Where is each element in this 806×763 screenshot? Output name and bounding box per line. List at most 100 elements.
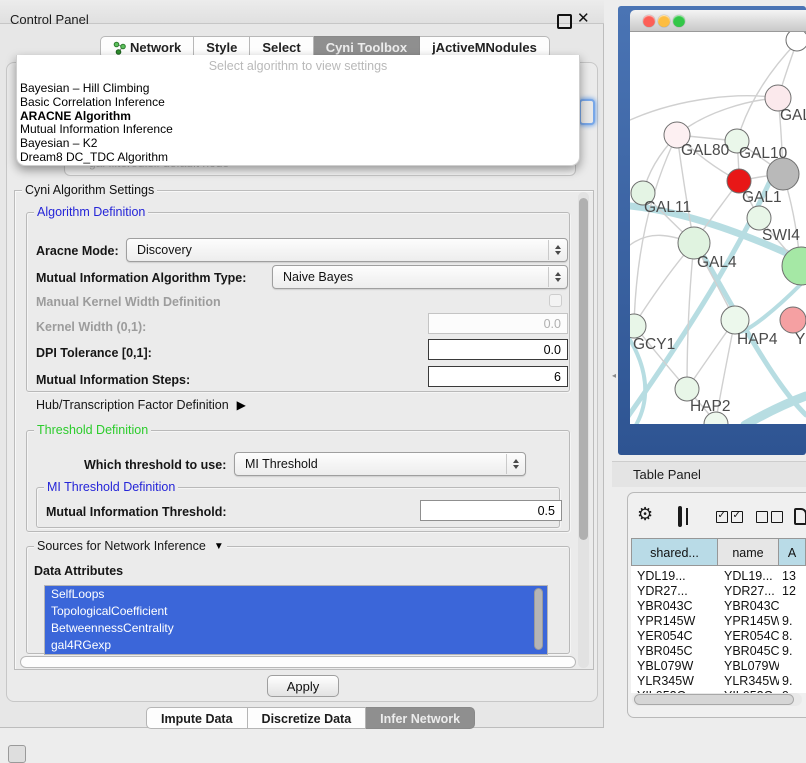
table-cell: YDR27...	[718, 584, 779, 599]
table-cell: YBL079W	[718, 659, 779, 674]
network-graph: GALGAL80GAL10GAL1GAL11SWI4GAL4GCY1HAP4YH…	[630, 32, 806, 424]
table-row[interactable]: YER054CYER054C8.	[631, 629, 806, 644]
bottom-tab-discretize-data[interactable]: Discretize Data	[248, 707, 367, 729]
node-table[interactable]: shared...nameA YDL19...YDL19...13YDR27...…	[631, 538, 806, 693]
zoom-traffic-light-icon[interactable]	[673, 15, 685, 27]
attribute-item-topologicalcoefficient[interactable]: TopologicalCoefficient	[45, 603, 547, 620]
table-cell: YBR045C	[631, 644, 718, 659]
table-cell: 9.	[779, 674, 806, 689]
network-edge[interactable]	[677, 98, 778, 135]
table-cell: YBR043C	[631, 599, 718, 614]
data-attributes-list[interactable]: SelfLoopsTopologicalCoefficientBetweenne…	[44, 585, 548, 655]
which-threshold-value: MI Threshold	[245, 453, 318, 475]
node-label-swi4: SWI4	[762, 227, 800, 244]
corner-grip-icon[interactable]	[8, 745, 26, 763]
algorithm-option-bayesian-hill-climbing[interactable]: Bayesian – Hill Climbing	[20, 82, 578, 96]
algorithm-option-bayesian-k2[interactable]: Bayesian – K2	[20, 137, 578, 151]
algorithm-option-basic-correlation-inference[interactable]: Basic Correlation Inference	[20, 96, 578, 110]
close-icon[interactable]: ✕	[577, 9, 590, 27]
gear-icon[interactable]: ⚙	[637, 504, 653, 525]
table-hscrollbar-thumb[interactable]	[634, 694, 794, 705]
mi-type-combo[interactable]: Naive Bayes	[272, 265, 568, 289]
table-row[interactable]: YDL19...YDL19...13	[631, 569, 806, 584]
new-table-icon[interactable]	[794, 508, 806, 525]
attribute-item-betweennesscentrality[interactable]: BetweennessCentrality	[45, 620, 547, 637]
network-edge[interactable]	[630, 96, 778, 120]
column-header-shared[interactable]: shared...	[631, 538, 718, 566]
disclosure-right-icon: ▶	[237, 398, 246, 412]
table-row[interactable]: YLR345WYLR345W9.	[631, 674, 806, 689]
mi-threshold-field[interactable]: 0.5	[420, 500, 562, 521]
columns-icon[interactable]	[678, 506, 682, 527]
which-threshold-combo[interactable]: MI Threshold	[234, 452, 526, 476]
manual-kernel-checkbox[interactable]	[549, 294, 562, 307]
network-node[interactable]	[630, 314, 646, 338]
table-row[interactable]: YBR045CYBR045C9.	[631, 644, 806, 659]
node-label-gcy1: GCY1	[633, 336, 675, 353]
bottom-tab-impute-data[interactable]: Impute Data	[146, 707, 248, 729]
table-cell: YPR145W	[718, 614, 779, 629]
table-header-row: shared...nameA	[631, 538, 806, 566]
settings-scrollbar-thumb[interactable]	[579, 198, 588, 540]
float-panel-icon[interactable]	[557, 14, 572, 29]
mi-threshold-group-title: MI Threshold Definition	[44, 480, 178, 494]
column-header-a[interactable]: A	[779, 538, 806, 566]
spinner-arrows-icon	[506, 454, 524, 474]
table-cell: 13	[779, 569, 806, 584]
table-cell: YLR345W	[631, 674, 718, 689]
table-cell: YBL079W	[631, 659, 718, 674]
checked-box-icon	[716, 511, 728, 523]
table-cell: YBR043C	[718, 599, 779, 614]
table-row[interactable]: YBL079WYBL079W	[631, 659, 806, 674]
aracne-mode-combo[interactable]: Discovery	[126, 238, 568, 262]
bottom-tab-infer-network[interactable]: Infer Network	[366, 707, 475, 729]
hub-definition-disclosure[interactable]: Hub/Transcription Factor Definition ▶	[36, 398, 246, 412]
select-all-checkboxes-icon[interactable]	[716, 511, 743, 523]
table-cell: YER054C	[718, 629, 779, 644]
algorithm-definition-title: Algorithm Definition	[34, 205, 148, 219]
dpi-tolerance-field[interactable]: 0.0	[428, 339, 568, 360]
network-node[interactable]	[780, 307, 806, 333]
minimize-traffic-light-icon[interactable]	[658, 15, 670, 27]
apply-button[interactable]: Apply	[267, 675, 339, 697]
attributes-scrollbar-thumb[interactable]	[534, 588, 543, 650]
sources-group-title[interactable]: Sources for Network Inference ▼	[34, 539, 227, 553]
column-header-name[interactable]: name	[718, 538, 779, 566]
node-label-gal10: GAL10	[739, 145, 788, 162]
algorithm-popup-placeholder: Select algorithm to view settings	[17, 59, 579, 73]
network-canvas[interactable]: GALGAL80GAL10GAL1GAL11SWI4GAL4GCY1HAP4YH…	[630, 32, 806, 424]
aracne-mode-value: Discovery	[137, 239, 192, 261]
node-label-gal4: GAL4	[697, 254, 737, 271]
table-row[interactable]: YBR043CYBR043C	[631, 599, 806, 614]
aracne-mode-label: Aracne Mode:	[36, 244, 119, 258]
mi-type-label: Mutual Information Algorithm Type:	[36, 271, 246, 285]
algorithm-option-aracne-algorithm[interactable]: ARACNE Algorithm	[20, 110, 578, 124]
attribute-item-gal4rgexp[interactable]: gal4RGexp	[45, 637, 547, 654]
mi-steps-field[interactable]: 6	[428, 366, 568, 387]
spinner-arrows-icon	[548, 240, 566, 260]
close-traffic-light-icon[interactable]	[643, 15, 655, 27]
focused-spinner-button[interactable]	[579, 99, 595, 125]
table-cell: 12	[779, 584, 806, 599]
kernel-width-field[interactable]: 0.0	[428, 313, 568, 334]
settings-hscrollbar[interactable]	[20, 656, 576, 668]
table-row[interactable]: YPR145WYPR145W9.	[631, 614, 806, 629]
algorithm-option-mutual-information-inference[interactable]: Mutual Information Inference	[20, 123, 578, 137]
unchecked-box-icon	[771, 511, 783, 523]
table-cell	[779, 659, 806, 674]
table-cell: YER054C	[631, 629, 718, 644]
algorithm-option-dream8-dc-tdc-algorithm[interactable]: Dream8 DC_TDC Algorithm	[20, 151, 578, 165]
network-node[interactable]	[767, 158, 799, 190]
deselect-all-checkboxes-icon[interactable]	[756, 511, 783, 523]
attribute-item-selfloops[interactable]: SelfLoops	[45, 586, 547, 603]
table-cell	[779, 599, 806, 614]
split-divider-handle[interactable]: ◂	[612, 371, 616, 380]
node-label-y: Y	[795, 331, 805, 348]
unchecked-box-icon	[756, 511, 768, 523]
table-row[interactable]: YDR27...YDR27...12	[631, 584, 806, 599]
network-node[interactable]	[721, 306, 749, 334]
network-node[interactable]	[786, 32, 806, 51]
data-attributes-label: Data Attributes	[34, 564, 123, 578]
cyni-bottom-tabs: Impute DataDiscretize DataInfer Network	[146, 707, 475, 729]
network-edge[interactable]	[745, 396, 806, 424]
